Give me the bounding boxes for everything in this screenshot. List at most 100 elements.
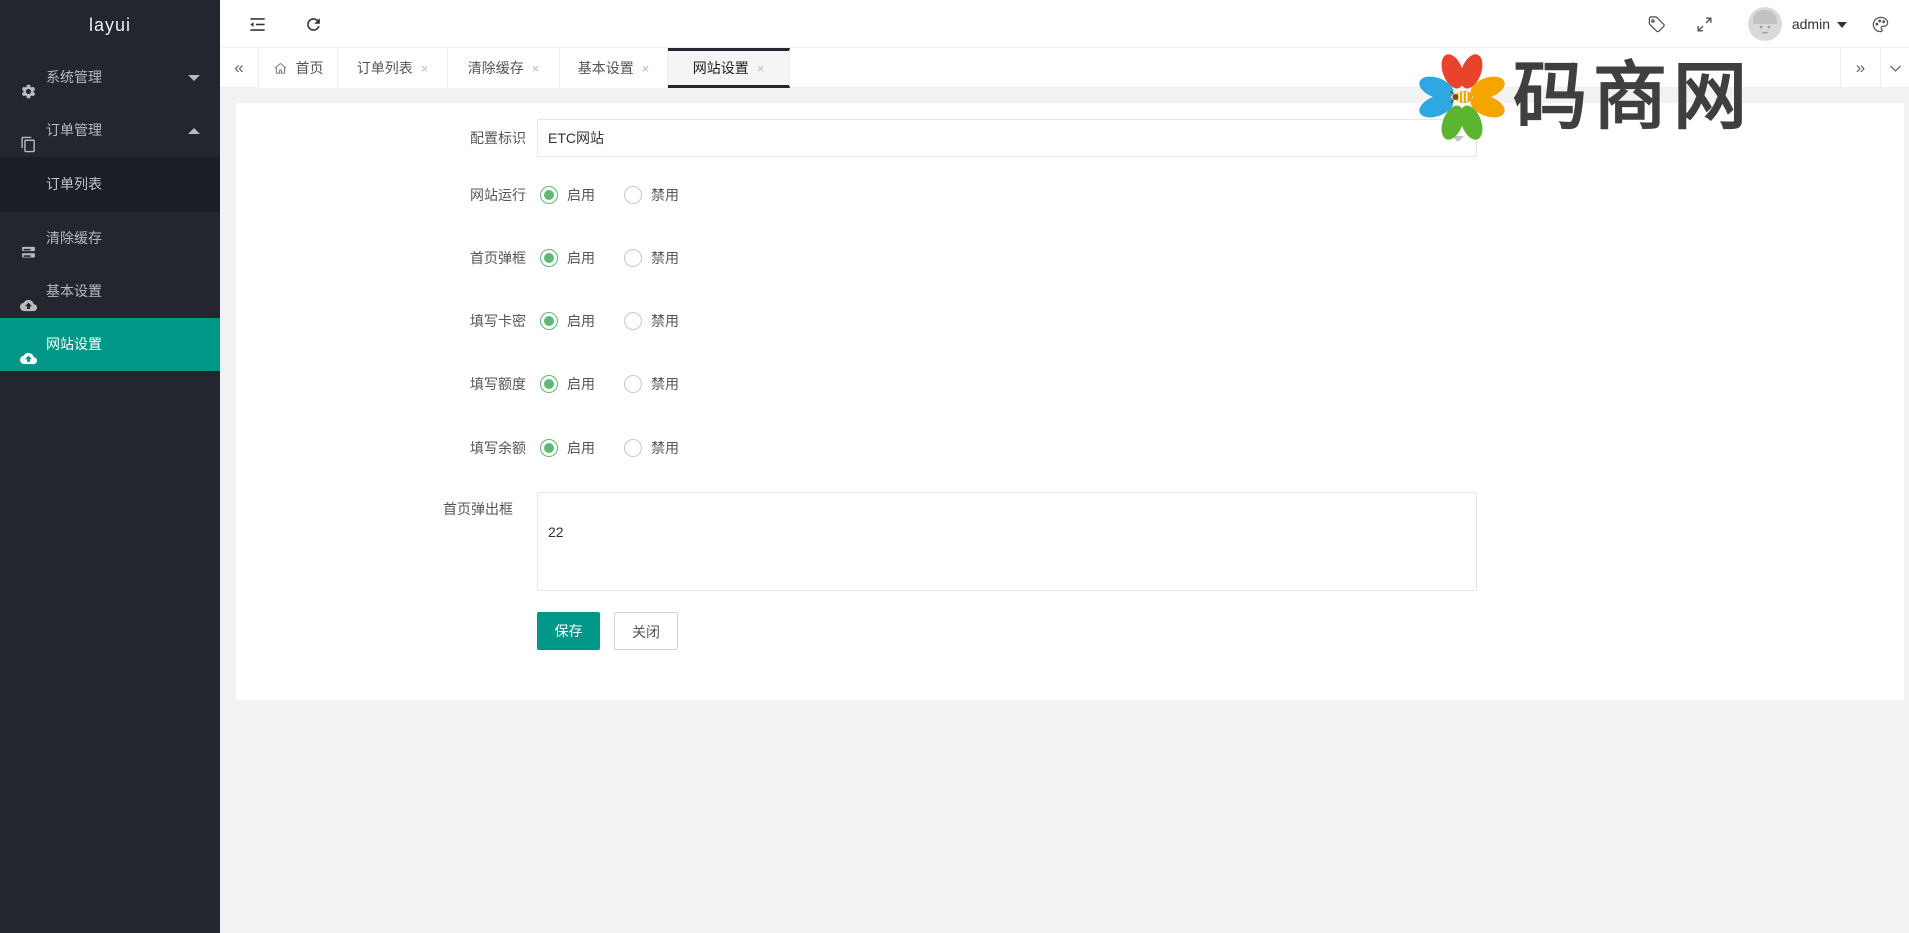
radio-disable[interactable]: 禁用 xyxy=(624,438,679,458)
radio-checked-icon xyxy=(540,439,558,457)
field-label: 首页弹框 xyxy=(236,248,526,268)
app-root: layui 系统管理 订单管理 订单列表 清除缓存 xyxy=(0,0,1909,933)
field-label: 填写额度 xyxy=(236,374,526,394)
radio-checked-icon xyxy=(540,186,558,204)
sidebar-item-system[interactable]: 系统管理 xyxy=(0,51,220,104)
sidebar-item-order-list[interactable]: 订单列表 xyxy=(0,157,220,212)
chevron-down-icon xyxy=(1837,22,1847,28)
radio-disable[interactable]: 禁用 xyxy=(624,311,679,331)
close-icon[interactable]: × xyxy=(757,61,765,76)
app-logo: layui xyxy=(0,0,220,51)
close-icon[interactable]: × xyxy=(421,61,429,76)
tag-icon[interactable] xyxy=(1638,0,1676,48)
tab-site-settings[interactable]: 网站设置 × xyxy=(668,48,790,88)
sidebar-item-clear-cache[interactable]: 清除缓存 xyxy=(0,212,220,265)
radio-label: 启用 xyxy=(567,248,595,268)
radio-label: 启用 xyxy=(567,311,595,331)
radio-row-balance: 填写余额 启用 禁用 xyxy=(236,438,1904,458)
tab-label: 订单列表 xyxy=(357,58,413,78)
radio-enable[interactable]: 启用 xyxy=(540,374,595,394)
close-icon[interactable]: × xyxy=(642,61,650,76)
radio-label: 启用 xyxy=(567,185,595,205)
radio-enable[interactable]: 启用 xyxy=(540,248,595,268)
radio-row-site-running: 网站运行 启用 禁用 xyxy=(236,185,1904,205)
radio-label: 禁用 xyxy=(651,438,679,458)
tab-home[interactable]: 首页 xyxy=(259,48,338,88)
radio-disable[interactable]: 禁用 xyxy=(624,374,679,394)
avatar[interactable] xyxy=(1748,7,1782,41)
tab-label: 首页 xyxy=(296,58,324,78)
cloud-upload-icon xyxy=(20,336,37,353)
config-id-select[interactable]: ETC网站 xyxy=(537,119,1477,157)
config-id-label: 配置标识 xyxy=(236,128,526,148)
tab-label: 清除缓存 xyxy=(468,58,524,78)
home-popup-textarea-label: 首页弹出框 xyxy=(236,499,513,519)
radio-unchecked-icon xyxy=(624,312,642,330)
user-menu[interactable]: admin xyxy=(1792,16,1847,32)
sidebar-item-label: 订单管理 xyxy=(46,104,102,157)
tab-clear-cache[interactable]: 清除缓存 × xyxy=(448,48,560,88)
field-label: 网站运行 xyxy=(236,185,526,205)
home-icon xyxy=(273,61,288,76)
radio-disable[interactable]: 禁用 xyxy=(624,248,679,268)
radio-row-quota: 填写额度 启用 禁用 xyxy=(236,374,1904,394)
close-button[interactable]: 关闭 xyxy=(614,612,678,650)
tab-label: 网站设置 xyxy=(693,58,749,78)
radio-label: 禁用 xyxy=(651,248,679,268)
refresh-icon[interactable] xyxy=(294,0,332,48)
sidebar-item-basic-settings[interactable]: 基本设置 xyxy=(0,265,220,318)
collapse-sidebar-icon[interactable] xyxy=(238,0,276,48)
radio-label: 禁用 xyxy=(651,185,679,205)
username: admin xyxy=(1792,16,1830,32)
tabs-scroll-left-icon[interactable]: « xyxy=(220,48,259,88)
chevron-up-icon xyxy=(188,128,200,134)
field-label: 填写余额 xyxy=(236,438,526,458)
top-header: admin xyxy=(220,0,1909,48)
sidebar: layui 系统管理 订单管理 订单列表 清除缓存 xyxy=(0,0,220,933)
sidebar-item-site-settings[interactable]: 网站设置 xyxy=(0,318,220,371)
field-label: 填写卡密 xyxy=(236,311,526,331)
chevron-down-icon xyxy=(188,75,200,81)
save-button[interactable]: 保存 xyxy=(537,612,600,650)
radio-unchecked-icon xyxy=(624,375,642,393)
radio-enable[interactable]: 启用 xyxy=(540,311,595,331)
settings-form-panel: 配置标识 ETC网站 网站运行 启用 禁用 首页弹框 启用 xyxy=(236,103,1904,700)
flower-bee-logo-icon xyxy=(1415,50,1509,144)
tab-label: 基本设置 xyxy=(578,58,634,78)
config-id-selected-value: ETC网站 xyxy=(548,130,604,146)
theme-icon[interactable] xyxy=(1861,0,1899,48)
gear-icon xyxy=(20,69,37,86)
orders-icon xyxy=(20,122,37,139)
sidebar-submenu-orders: 订单列表 xyxy=(0,157,220,212)
sidebar-item-label: 清除缓存 xyxy=(46,212,102,265)
radio-label: 启用 xyxy=(567,374,595,394)
radio-checked-icon xyxy=(540,312,558,330)
sidebar-item-label: 基本设置 xyxy=(46,265,102,318)
radio-checked-icon xyxy=(540,249,558,267)
tabs-menu-icon[interactable] xyxy=(1880,48,1909,88)
close-icon[interactable]: × xyxy=(532,61,540,76)
radio-unchecked-icon xyxy=(624,439,642,457)
radio-label: 禁用 xyxy=(651,374,679,394)
radio-enable[interactable]: 启用 xyxy=(540,185,595,205)
tab-basic-settings[interactable]: 基本设置 × xyxy=(560,48,668,88)
fullscreen-icon[interactable] xyxy=(1686,0,1724,48)
radio-row-card-secret: 填写卡密 启用 禁用 xyxy=(236,311,1904,331)
sidebar-subitem-label: 订单列表 xyxy=(46,176,102,192)
radio-enable[interactable]: 启用 xyxy=(540,438,595,458)
cache-icon xyxy=(20,230,37,247)
radio-unchecked-icon xyxy=(624,249,642,267)
tabs-scroll-right-icon[interactable]: » xyxy=(1840,48,1880,88)
brand-watermark: 码商网 xyxy=(1415,50,1753,144)
sidebar-item-orders[interactable]: 订单管理 xyxy=(0,104,220,157)
radio-disable[interactable]: 禁用 xyxy=(624,185,679,205)
brand-name: 码商网 xyxy=(1513,50,1753,144)
home-popup-textarea[interactable]: 22 xyxy=(537,492,1477,591)
sidebar-item-label: 网站设置 xyxy=(46,318,102,371)
sidebar-item-label: 系统管理 xyxy=(46,51,102,104)
radio-row-home-popup: 首页弹框 启用 禁用 xyxy=(236,248,1904,268)
radio-unchecked-icon xyxy=(624,186,642,204)
radio-checked-icon xyxy=(540,375,558,393)
tab-order-list[interactable]: 订单列表 × xyxy=(338,48,448,88)
cloud-upload-icon xyxy=(20,283,37,300)
